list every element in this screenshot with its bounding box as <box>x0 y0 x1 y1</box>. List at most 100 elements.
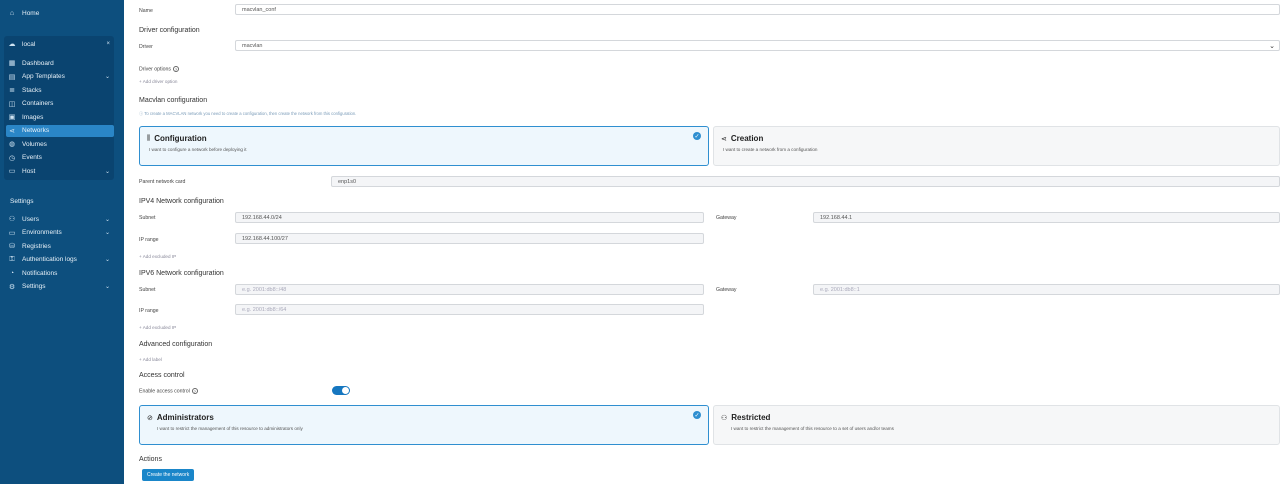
sidebar-item-registries[interactable]: ⛁ Registries <box>8 240 114 252</box>
users-icon: ⚇ <box>721 414 728 422</box>
ipv4-subnet-input[interactable]: 192.168.44.0/24 <box>235 212 704 223</box>
driver-options-label: Driver options? <box>139 66 180 73</box>
containers-icon: ◫ <box>8 100 16 108</box>
add-driver-option-button[interactable]: + Add driver option <box>139 79 177 84</box>
ipv6-subnet-label: Subnet <box>139 287 156 293</box>
sidebar-item-notifications[interactable]: ◔ Notifications <box>8 267 114 279</box>
host-icon: ▭ <box>8 168 16 175</box>
sidebar-item-label: Containers <box>22 100 54 107</box>
ipv4-add-excluded-button[interactable]: + Add excluded IP <box>139 254 176 259</box>
ipv6-gateway-input[interactable]: e.g. 2001:db8::1 <box>813 284 1280 295</box>
parent-card-input[interactable]: enp1s0 <box>331 176 1280 187</box>
sidebar-item-label: App Templates <box>22 73 65 80</box>
sidebar-item-label: Notifications <box>22 269 58 277</box>
sidebar-item-volumes[interactable]: ◍ Volumes <box>8 138 114 150</box>
chevron-down-icon: ⌄ <box>104 168 110 175</box>
ipv6-gateway-label: Gateway <box>716 287 737 293</box>
ipv4-gateway-input[interactable]: 192.168.44.1 <box>813 212 1280 223</box>
driver-label: Driver <box>139 44 153 50</box>
chevron-down-icon: ⌄ <box>1269 42 1275 50</box>
environments-icon: ▭ <box>8 229 16 237</box>
sidebar-item-environments[interactable]: ▭ Environments ⌄ <box>8 227 114 239</box>
close-icon[interactable]: × <box>106 41 110 47</box>
restricted-option-card[interactable]: ⚇ Restricted I want to restrict the manag… <box>713 405 1280 445</box>
sidebar-item-app-templates[interactable]: ▤ App Templates ⌄ <box>8 71 114 83</box>
chevron-down-icon: ⌄ <box>104 257 110 263</box>
create-network-form: Name macvlan_conf Driver configuration D… <box>124 0 1280 484</box>
sidebar-item-label: Registries <box>22 242 51 250</box>
create-network-button[interactable]: Create the network <box>142 469 195 481</box>
settings-header: Settings <box>10 198 34 205</box>
sidebar-item-label: Users <box>22 215 39 223</box>
actions-section-title: Actions <box>139 456 162 463</box>
administrators-option-desc: I want to restrict the management of thi… <box>157 426 303 431</box>
add-label-button[interactable]: + Add label <box>139 357 162 362</box>
templates-icon: ▤ <box>8 73 16 81</box>
sidebar-item-label: Stacks <box>22 86 42 94</box>
advanced-section-title: Advanced configuration <box>139 341 213 348</box>
stacks-icon: ≣ <box>9 87 15 94</box>
networks-icon: ⋖ <box>9 127 15 135</box>
sidebar-item-home[interactable]: ⌂ Home <box>8 7 114 19</box>
sidebar-item-settings[interactable]: ⚙ Settings ⌄ <box>8 281 114 293</box>
chevron-down-icon: ⌄ <box>104 230 110 236</box>
chevron-down-icon: ⌄ <box>104 74 110 80</box>
enable-access-label: Enable access control? <box>139 388 198 395</box>
ipv4-range-input[interactable]: 192.168.44.100/27 <box>235 233 704 244</box>
auth-logs-icon: ⚿ <box>9 255 15 263</box>
check-icon: ✓ <box>693 411 701 419</box>
sidebar-item-label: Host <box>22 167 36 175</box>
driver-section-title: Driver configuration <box>139 27 200 34</box>
sidebar-item-label: Volumes <box>22 140 47 148</box>
ipv6-subnet-input[interactable]: e.g. 2001:db8::/48 <box>235 284 704 295</box>
users-icon: ⚇ <box>8 216 16 223</box>
sidebar: ⌂ Home ☁ local × ▦ Dashboard ▤ App Template… <box>0 0 124 484</box>
cloud-icon: ☁ <box>8 41 16 48</box>
sidebar-item-stacks[interactable]: ≣ Stacks <box>8 84 114 96</box>
dashboard-icon: ▦ <box>8 60 16 67</box>
sliders-icon: ⫼ <box>147 134 151 142</box>
sidebar-item-users[interactable]: ⚇ Users ⌄ <box>8 213 114 225</box>
sidebar-item-label: Networks <box>22 127 50 134</box>
sidebar-item-networks[interactable]: ⋖ Networks <box>6 124 114 137</box>
access-control-toggle[interactable] <box>332 386 350 395</box>
access-section-title: Access control <box>139 372 185 379</box>
sidebar-item-containers[interactable]: ◫ Containers <box>8 98 114 110</box>
administrators-option-card[interactable]: ⊘ Administrators I want to restrict the m… <box>139 405 709 445</box>
parent-card-label: Parent network card <box>139 179 186 185</box>
sidebar-item-dashboard[interactable]: ▦ Dashboard <box>8 57 114 69</box>
sidebar-item-label: Dashboard <box>22 59 54 67</box>
ipv4-section-title: IPV4 Network configuration <box>139 198 224 205</box>
name-input[interactable]: macvlan_conf <box>235 4 1280 15</box>
sidebar-item-label: Settings <box>22 283 46 290</box>
sidebar-item-label: Environments <box>22 229 62 236</box>
driver-select[interactable]: macvlan ⌄ <box>235 40 1280 51</box>
volumes-icon: ◍ <box>8 141 16 148</box>
sidebar-item-label: Events <box>22 154 42 161</box>
notifications-icon: ◔ <box>9 269 15 277</box>
macvlan-section-title: Macvlan configuration <box>139 97 208 104</box>
ipv6-add-excluded-button[interactable]: + Add excluded IP <box>139 325 176 330</box>
sidebar-item-events[interactable]: ◷ Events <box>8 152 114 164</box>
ipv4-range-label: IP range <box>139 237 159 243</box>
creation-option-card[interactable]: ⋖ Creation I want to create a network fro… <box>713 126 1280 166</box>
eye-off-icon: ⊘ <box>147 414 153 422</box>
check-icon: ✓ <box>693 132 701 140</box>
sidebar-item-label: Authentication logs <box>22 256 77 263</box>
share-icon: ⋖ <box>721 135 727 143</box>
sidebar-item-host[interactable]: ▭ Host ⌄ <box>8 165 114 177</box>
home-icon: ⌂ <box>9 9 15 17</box>
events-icon: ◷ <box>8 154 16 162</box>
ipv6-range-label: IP range <box>139 308 159 314</box>
chevron-down-icon: ⌄ <box>104 284 110 290</box>
chevron-down-icon: ⌄ <box>104 216 110 223</box>
sidebar-item-images[interactable]: ▣ Images <box>8 111 114 123</box>
ipv6-range-input[interactable]: e.g. 2001:db8::/64 <box>235 304 704 315</box>
help-icon: ? <box>191 388 198 394</box>
environment-header[interactable]: ☁ local × <box>8 38 114 50</box>
configuration-option-card[interactable]: ⫼ Configuration I want to configure a net… <box>139 126 709 166</box>
sidebar-item-authentication-logs[interactable]: ⚿ Authentication logs ⌄ <box>8 254 114 266</box>
ipv4-subnet-label: Subnet <box>139 215 156 221</box>
name-label: Name <box>139 8 153 14</box>
settings-icon: ⚙ <box>8 283 16 291</box>
